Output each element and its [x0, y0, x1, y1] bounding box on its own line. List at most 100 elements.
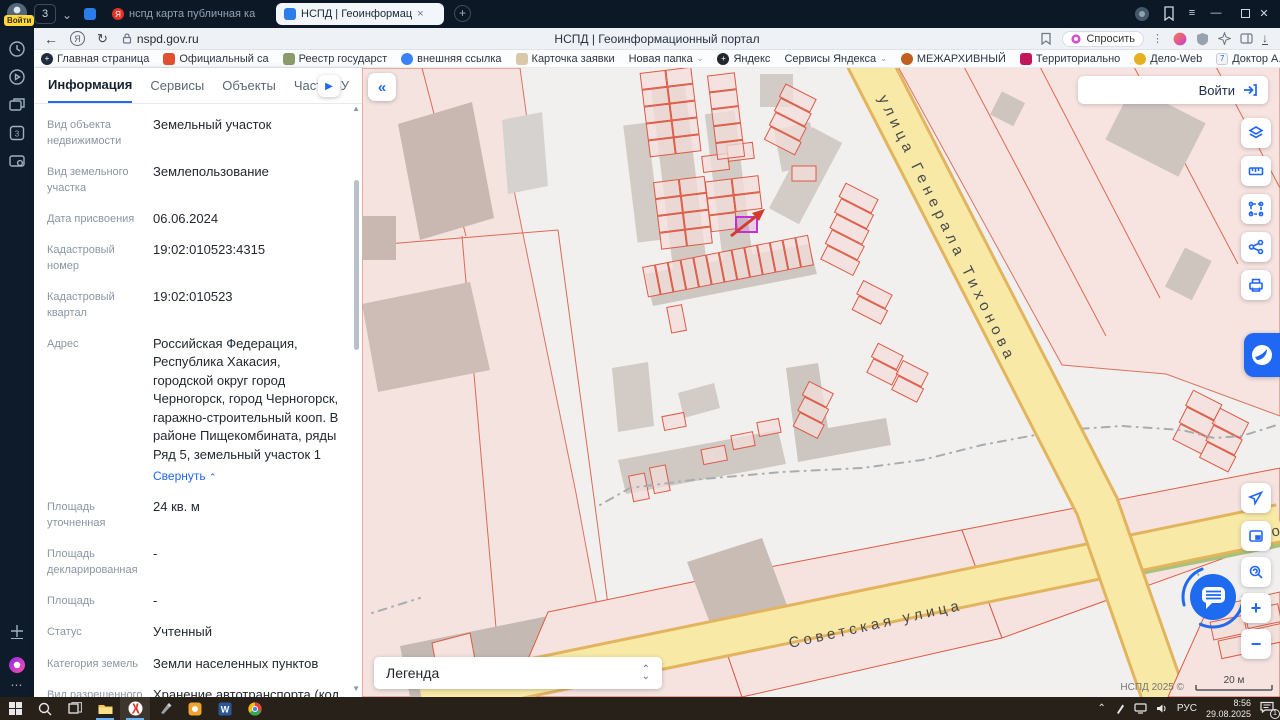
- sidebar-panels-icon[interactable]: [1240, 32, 1253, 45]
- back-icon[interactable]: ←: [44, 31, 58, 47]
- tab-counter-icon[interactable]: 3: [8, 124, 26, 142]
- file-explorer-icon[interactable]: [90, 697, 120, 720]
- chrome-icon[interactable]: [240, 697, 270, 720]
- tab-information[interactable]: Информация: [48, 68, 133, 103]
- chrome-avatar-icon[interactable]: [1134, 6, 1150, 27]
- restore-button[interactable]: [1241, 9, 1250, 18]
- volume-icon[interactable]: [1156, 703, 1168, 714]
- history-icon[interactable]: [8, 40, 26, 58]
- menu-icon[interactable]: ≡: [1180, 7, 1204, 19]
- bookmark-folder[interactable]: Сервисы Яндекса ⌄: [784, 53, 886, 65]
- tab-services[interactable]: Сервисы: [150, 69, 204, 102]
- sidebar-add-icon[interactable]: [8, 622, 26, 640]
- attribute-row: Вид земельного участка Землепользование: [47, 163, 269, 194]
- chevron-down-icon: ⌄: [880, 54, 887, 63]
- url-text[interactable]: nspd.gov.ru: [137, 32, 199, 46]
- attribute-row: Статус Учтенный: [47, 624, 213, 640]
- task-view-button[interactable]: [60, 697, 90, 720]
- search-button[interactable]: [30, 697, 60, 720]
- bookmark-item[interactable]: + Яндекс: [717, 52, 770, 65]
- print-button[interactable]: [1241, 270, 1271, 300]
- measure-ruler-button[interactable]: [1241, 156, 1271, 186]
- play-circle-icon[interactable]: [8, 68, 26, 86]
- windows-taskbar: W ⌃ РУС 8:56 29.08.2025 1: [0, 697, 1280, 720]
- pen-icon[interactable]: [1115, 703, 1125, 715]
- network-icon[interactable]: [1134, 703, 1147, 714]
- minimize-button[interactable]: —: [1204, 7, 1228, 19]
- zoom-in-button[interactable]: +: [1241, 593, 1271, 623]
- tab-close-icon[interactable]: ×: [417, 8, 423, 20]
- yandex-browser-icon[interactable]: [120, 697, 150, 720]
- assistant-icon[interactable]: [1173, 32, 1187, 46]
- bookmark-item[interactable]: Дело-Web: [1134, 52, 1202, 65]
- attribute-row: Площадь -: [47, 592, 158, 608]
- attribute-row: Площадь уточненная 24 кв. м: [47, 499, 200, 530]
- bookmark-item[interactable]: Реестр государст: [282, 52, 387, 65]
- extensions-icon[interactable]: [1218, 32, 1231, 45]
- protect-shield-icon[interactable]: [1196, 32, 1209, 46]
- layers-button[interactable]: [1241, 118, 1271, 148]
- yandex-button-icon[interactable]: Я: [70, 31, 85, 46]
- alice-icon[interactable]: [8, 656, 26, 674]
- more-options-icon[interactable]: ⋮: [1152, 32, 1163, 45]
- language-indicator[interactable]: РУС: [1177, 703, 1197, 714]
- browser-side-rail: 3 ⋯: [0, 28, 34, 697]
- collections-icon[interactable]: [1162, 6, 1176, 26]
- notification-center[interactable]: 1: [1260, 701, 1280, 719]
- panel-tabs: Информация Сервисы Объекты Части ЗУ Сост…: [34, 68, 362, 104]
- bookmark-item[interactable]: Карточка заявки: [515, 52, 615, 65]
- tab-objects[interactable]: Объекты: [222, 69, 276, 102]
- attribute-row: Кадастровый номер 19:02:010523:4315: [47, 242, 266, 273]
- pinned-tab-icon[interactable]: [84, 8, 96, 20]
- hidden-icons-chevron[interactable]: ⌃: [1098, 703, 1106, 714]
- start-button[interactable]: [0, 697, 30, 720]
- zoom-to-extent-button[interactable]: [1241, 557, 1271, 587]
- close-button[interactable]: ✕: [1252, 7, 1276, 20]
- scrollbar-thumb[interactable]: [354, 180, 359, 350]
- bookmark-favicon: [163, 52, 176, 65]
- bookmark-item[interactable]: Территориально: [1019, 52, 1120, 65]
- map-login-button[interactable]: Войти: [1078, 76, 1268, 104]
- collapse-address-link[interactable]: Свернуть ⌃: [153, 468, 344, 485]
- tab-public-cadastral-map[interactable]: Я нспд карта публичная ка: [104, 3, 270, 25]
- bookmark-item[interactable]: Официальный са: [163, 52, 269, 65]
- tabs-scroll-right-button[interactable]: ▶: [318, 75, 340, 97]
- panel-scrollbar[interactable]: [354, 112, 359, 688]
- tab-counter[interactable]: 3: [34, 4, 56, 24]
- tabs-dropdown-chevron-icon[interactable]: ⌄: [62, 9, 72, 21]
- screenshot-tab-icon[interactable]: [8, 152, 26, 170]
- new-tab-button[interactable]: +: [454, 5, 471, 22]
- browser-profile-avatar[interactable]: Войти: [4, 2, 35, 29]
- bookmark-flag-icon[interactable]: [1040, 32, 1052, 45]
- ask-alice-button[interactable]: Спросить: [1062, 30, 1144, 47]
- scroll-down-icon[interactable]: ▼: [352, 684, 360, 693]
- reload-icon[interactable]: ↻: [97, 31, 108, 47]
- paint-icon[interactable]: [150, 697, 180, 720]
- zoom-out-button[interactable]: −: [1241, 629, 1271, 659]
- bookmark-item[interactable]: МЕЖАРХИВНЫЙ: [900, 52, 1006, 65]
- tab-nspd-portal[interactable]: НСПД | Геоинформац ×: [276, 3, 444, 25]
- windows-panels-icon[interactable]: [8, 96, 26, 114]
- bookmark-folder[interactable]: Новая папка ⌄: [629, 53, 704, 65]
- area-select-button[interactable]: [1241, 194, 1271, 224]
- assistant-bird-icon: [1252, 345, 1272, 365]
- bookmark-favicon: [900, 52, 913, 65]
- cadastral-map[interactable]: улица Генерала Тихонова Советская улица …: [362, 68, 1280, 697]
- downloads-icon[interactable]: ↓: [1262, 32, 1268, 45]
- legend-toggle[interactable]: Легенда ⌃ ⌄: [374, 657, 662, 689]
- profile-signin-badge[interactable]: Войти: [4, 15, 35, 26]
- bookmark-item[interactable]: + Главная страница: [41, 52, 149, 65]
- assistant-panel-tab[interactable]: [1244, 333, 1280, 377]
- bookmark-item[interactable]: 7Доктор А. С. Зал: [1216, 52, 1280, 65]
- locate-me-button[interactable]: [1241, 483, 1271, 513]
- sidebar-more-icon[interactable]: ⋯: [8, 678, 26, 696]
- yandex-app-icon[interactable]: [180, 697, 210, 720]
- bookmark-item[interactable]: внешняя ссылка: [401, 52, 502, 65]
- map-canvas[interactable]: улица Генерала Тихонова Советская улица …: [362, 68, 1280, 697]
- word-icon[interactable]: W: [210, 697, 240, 720]
- overview-map-button[interactable]: [1241, 521, 1271, 551]
- share-button[interactable]: [1241, 232, 1271, 262]
- collapse-panel-button[interactable]: «: [368, 73, 396, 101]
- taskbar-clock[interactable]: 8:56 29.08.2025: [1206, 698, 1251, 719]
- bookmark-favicon: [1134, 52, 1147, 65]
